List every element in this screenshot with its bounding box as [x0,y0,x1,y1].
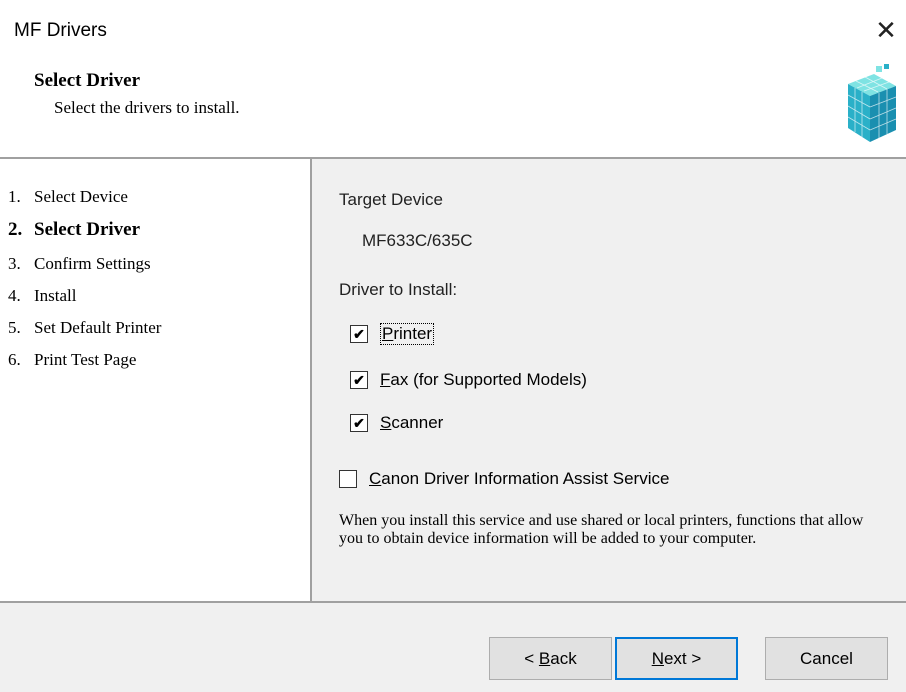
page-subtitle: Select the drivers to install. [54,98,240,117]
step-item: 1. Select Device [8,181,128,213]
checkbox-box[interactable]: ✔ [350,371,368,389]
target-device-value: MF633C/635C [362,231,473,250]
check-icon: ✔ [353,326,365,342]
checkbox-box[interactable] [339,470,357,488]
step-label: Select Driver [34,219,141,240]
check-icon: ✔ [353,372,365,388]
step-label: Print Test Page [34,350,137,369]
printer-checkbox-label: Printer [380,323,435,345]
window-title: MF Drivers [14,20,107,41]
cancel-button[interactable]: Cancel [765,637,888,680]
printer-checkbox[interactable]: ✔ Printer [350,323,435,345]
step-number: 1. [8,187,21,206]
step-item: 3. Confirm Settings [8,248,151,280]
driver-to-install-label: Driver to Install: [339,280,458,299]
driver-panel: Target Device MF633C/635C Driver to Inst… [312,159,906,601]
step-label: Install [34,286,77,305]
close-icon[interactable]: ✕ [866,10,906,50]
step-item: 5. Set Default Printer [8,312,161,344]
fax-checkbox[interactable]: ✔ Fax (for Supported Models) [350,370,587,390]
step-number: 3. [8,254,21,273]
back-button[interactable]: < Back [489,637,612,680]
step-label: Set Default Printer [34,318,162,337]
scanner-checkbox-label: Scanner [380,413,444,432]
installer-window: MF Drivers ✕ Select Driver Select the dr… [0,0,906,692]
step-number: 4. [8,286,21,305]
assist-service-checkbox[interactable]: Canon Driver Information Assist Service [339,469,669,489]
wizard-steps: 1. Select Device 2. Select Driver 3. Confir… [0,159,312,601]
step-number: 5. [8,318,21,337]
canon-cube-icon [847,64,897,142]
title-bar: MF Drivers ✕ [0,0,906,56]
next-button[interactable]: Next > [615,637,738,680]
step-number: 2. [8,219,23,240]
assist-service-description: When you install this service and use sh… [339,512,864,547]
button-bar: < Back Next > Cancel [0,601,906,692]
checkbox-box[interactable]: ✔ [350,325,368,343]
checkbox-box[interactable]: ✔ [350,414,368,432]
page-title: Select Driver [34,70,141,91]
step-number: 6. [8,350,21,369]
step-item: 6. Print Test Page [8,344,136,376]
step-item: 4. Install [8,280,77,312]
assist-service-label: Canon Driver Information Assist Service [369,469,670,488]
fax-checkbox-label: Fax (for Supported Models) [380,370,587,389]
step-item-active: 2. Select Driver [8,214,140,246]
check-icon: ✔ [353,415,365,431]
wizard-header: Select Driver Select the drivers to inst… [0,56,906,159]
step-label: Select Device [34,187,128,206]
target-device-label: Target Device [339,190,443,209]
step-label: Confirm Settings [34,254,151,273]
scanner-checkbox[interactable]: ✔ Scanner [350,413,443,433]
